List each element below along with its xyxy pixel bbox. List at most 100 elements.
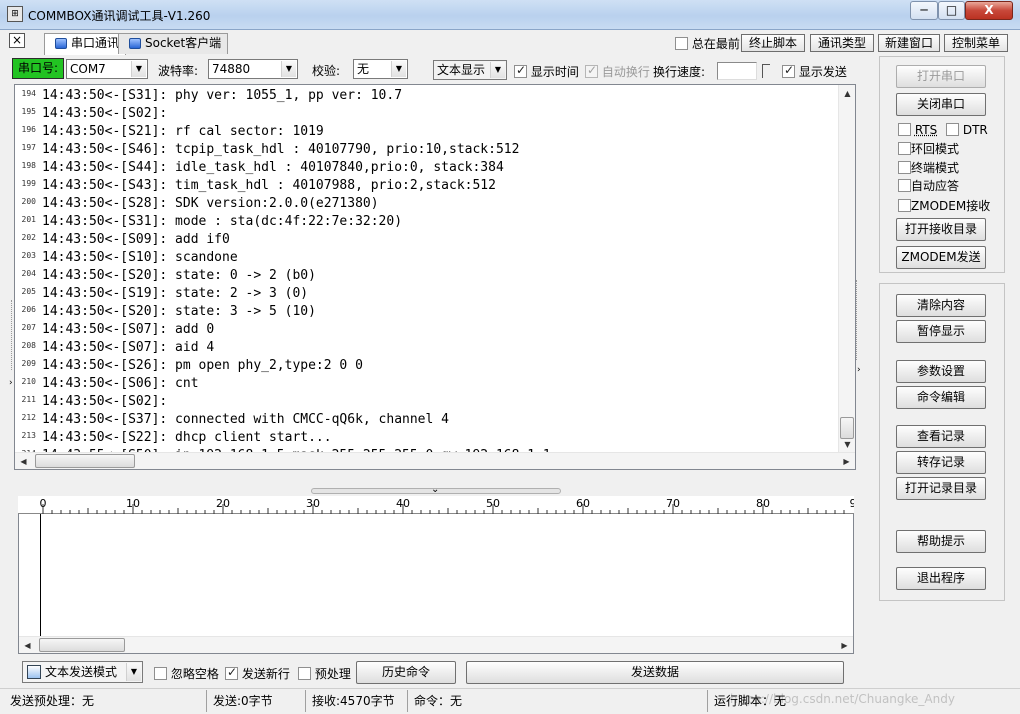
close-tab-button[interactable]: ×: [9, 33, 25, 48]
receive-line: 14:43:50<-[S02]:: [42, 394, 168, 409]
rts-checkbox[interactable]: RTS: [898, 123, 937, 137]
show-time-checkbox[interactable]: 显示时间: [514, 63, 579, 80]
ignore-space-box[interactable]: [154, 667, 167, 680]
scroll-thumb[interactable]: [39, 638, 125, 652]
tab-serial-label: 串口通讯: [71, 36, 120, 50]
parity-value: 无: [357, 62, 370, 76]
dtr-checkbox[interactable]: DTR: [946, 123, 988, 137]
receive-horizontal-scrollbar[interactable]: ◀ ▶: [15, 452, 855, 469]
receive-line: 14:43:50<-[S43]: tim_task_hdl : 40107988…: [42, 178, 496, 193]
parity-select[interactable]: 无 ▼: [353, 59, 408, 79]
send-horizontal-scrollbar[interactable]: ◀ ▶: [19, 636, 853, 653]
port-select[interactable]: COM7 ▼: [66, 59, 148, 79]
auto-wrap-checkbox[interactable]: 自动换行: [585, 63, 650, 80]
ruler-label: 30: [306, 497, 320, 510]
minimize-button[interactable]: ─: [910, 1, 938, 20]
receive-text[interactable]: 14:43:50<-[S31]: phy ver: 1055_1, pp ver…: [42, 87, 551, 465]
receive-area[interactable]: 194 195 196 197 198 199 200 201 202 203 204 205 206 2…: [14, 84, 856, 470]
port-value: COM7: [70, 62, 106, 76]
send-newline-box[interactable]: [225, 665, 238, 680]
always-on-top-checkbox[interactable]: 总在最前: [675, 35, 740, 52]
preprocess-box[interactable]: [298, 667, 311, 680]
view-log-button[interactable]: 查看记录: [896, 425, 986, 448]
send-mode-select[interactable]: 文本发送模式 ▼: [22, 661, 143, 683]
dtr-box[interactable]: [946, 123, 959, 136]
receive-line: 14:43:50<-[S31]: mode : sta(dc:4f:22:7e:…: [42, 214, 403, 229]
history-command-button[interactable]: 历史命令: [356, 661, 456, 684]
line-number: 204: [21, 269, 36, 278]
close-port-button[interactable]: 关闭串口: [896, 93, 986, 116]
show-time-box[interactable]: [514, 63, 527, 78]
auto-reply-checkbox[interactable]: 自动应答: [898, 179, 959, 193]
control-menu-button[interactable]: 控制菜单: [944, 34, 1008, 52]
chevron-down-icon[interactable]: ▼: [391, 61, 406, 77]
send-newline-checkbox[interactable]: 发送新行: [225, 665, 290, 682]
command-edit-button[interactable]: 命令编辑: [896, 386, 986, 409]
tab-socket-client[interactable]: Socket客户端: [118, 33, 229, 54]
baud-select[interactable]: 74880 ▼: [208, 59, 298, 79]
terminal-box[interactable]: [898, 161, 911, 174]
clear-content-button[interactable]: 清除内容: [896, 294, 986, 317]
text-cursor: [40, 514, 41, 636]
show-send-box[interactable]: [782, 63, 795, 78]
send-area[interactable]: ◀ ▶: [18, 514, 854, 654]
scroll-right-icon[interactable]: ▶: [836, 637, 853, 654]
scroll-left-icon[interactable]: ◀: [15, 453, 32, 470]
auto-reply-box[interactable]: [898, 179, 911, 192]
chevron-down-icon[interactable]: ▼: [126, 663, 141, 681]
chevron-down-icon[interactable]: ▼: [281, 61, 296, 77]
scroll-up-icon[interactable]: ▲: [839, 85, 856, 102]
line-number: 203: [21, 251, 36, 260]
left-splitter[interactable]: [0, 300, 12, 370]
loopback-box[interactable]: [898, 142, 911, 155]
open-receive-dir-button[interactable]: 打开接收目录: [896, 218, 986, 241]
wrap-speed-input[interactable]: [717, 62, 757, 80]
auto-reply-label: 自动应答: [911, 179, 960, 193]
monitor-icon: [129, 38, 141, 49]
help-button[interactable]: 帮助提示: [896, 530, 986, 553]
zmodem-receive-checkbox[interactable]: ZMODEM接收: [898, 199, 990, 213]
pane-splitter[interactable]: ⌄: [14, 484, 856, 496]
ruler-label: 40: [396, 497, 410, 510]
status-script: 运行脚本：无: [714, 694, 787, 708]
receive-line: 14:43:50<-[S09]: add if0: [42, 232, 230, 247]
loopback-checkbox[interactable]: 环回模式: [898, 142, 959, 156]
open-log-dir-button[interactable]: 打开记录目录: [896, 477, 986, 500]
always-on-top-box[interactable]: [675, 37, 688, 50]
ignore-space-checkbox[interactable]: 忽略空格: [154, 665, 219, 682]
chevron-down-icon[interactable]: ▼: [131, 61, 146, 77]
exit-program-button[interactable]: 退出程序: [896, 567, 986, 590]
zmodem-receive-box[interactable]: [898, 199, 911, 212]
spin-control[interactable]: [762, 64, 770, 78]
chevron-down-icon[interactable]: ⌄: [431, 484, 439, 495]
show-send-checkbox[interactable]: 显示发送: [782, 63, 847, 80]
auto-wrap-box[interactable]: [585, 63, 598, 78]
stop-script-button[interactable]: 终止脚本: [741, 34, 805, 52]
line-number: 194: [21, 89, 36, 98]
expand-left-icon[interactable]: ›: [9, 378, 13, 388]
pause-display-button[interactable]: 暂停显示: [896, 320, 986, 343]
ruler-label: 20: [216, 497, 230, 510]
chevron-down-icon[interactable]: ▼: [490, 62, 505, 78]
terminal-mode-checkbox[interactable]: 终端模式: [898, 161, 959, 175]
serial-port-icon: ⊞: [7, 6, 23, 22]
close-window-button[interactable]: X: [965, 1, 1013, 20]
tab-serial[interactable]: 串口通讯: [44, 33, 127, 55]
new-window-button[interactable]: 新建窗口: [878, 34, 940, 52]
expand-right-icon[interactable]: ›: [857, 365, 861, 375]
receive-vertical-scrollbar[interactable]: ▲ ▼: [838, 85, 855, 453]
display-mode-select[interactable]: 文本显示 ▼: [433, 60, 507, 80]
scroll-down-icon[interactable]: ▼: [839, 436, 856, 453]
maximize-button[interactable]: □: [938, 1, 965, 20]
save-log-button[interactable]: 转存记录: [896, 451, 986, 474]
comm-type-button[interactable]: 通讯类型: [810, 34, 874, 52]
preprocess-checkbox[interactable]: 预处理: [298, 665, 351, 682]
scroll-left-icon[interactable]: ◀: [19, 637, 36, 654]
rts-box[interactable]: [898, 123, 911, 136]
open-port-button[interactable]: 打开串口: [896, 65, 986, 88]
zmodem-send-button[interactable]: ZMODEM发送: [896, 246, 986, 269]
scroll-right-icon[interactable]: ▶: [838, 453, 855, 470]
parameter-settings-button[interactable]: 参数设置: [896, 360, 986, 383]
scroll-thumb[interactable]: [35, 454, 135, 468]
send-data-button[interactable]: 发送数据: [466, 661, 844, 684]
